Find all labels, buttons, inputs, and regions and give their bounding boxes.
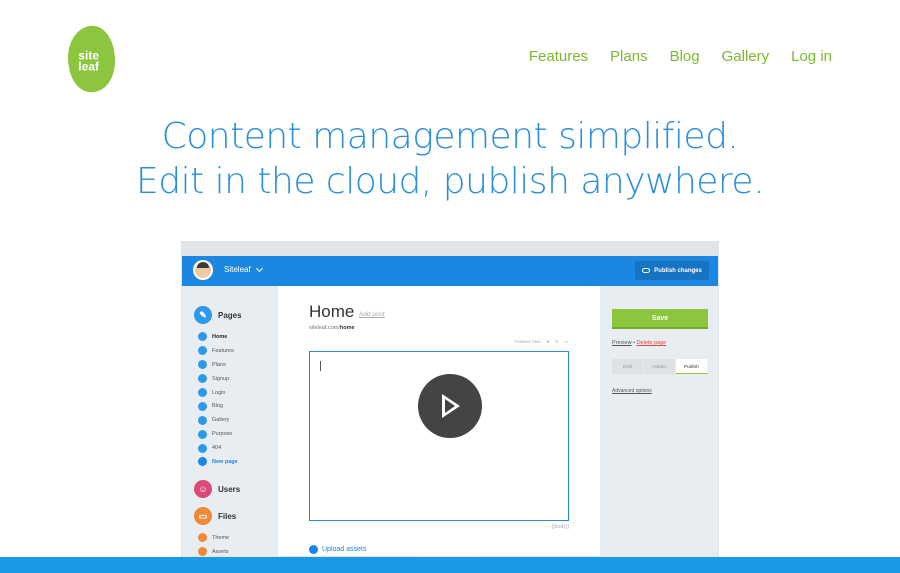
- url-prefix: siteleaf.com/: [309, 325, 340, 331]
- sidebar-item-signup[interactable]: Signup: [198, 372, 238, 386]
- sidebar-section-files[interactable]: ▭ Files: [194, 507, 236, 525]
- site-name[interactable]: Siteleaf: [224, 265, 251, 274]
- status-publish[interactable]: Publish: [676, 359, 708, 374]
- page-icon: [198, 374, 207, 384]
- pages-list: Home Features Plans Signup Login Blog Ga…: [198, 330, 238, 469]
- sidebar-item-gallery[interactable]: Gallery: [198, 413, 238, 427]
- page-icon: [198, 388, 207, 397]
- app-top-bar: Siteleaf Publish changes: [182, 256, 718, 286]
- folder-icon: ▭: [194, 507, 212, 525]
- new-page-button[interactable]: New page: [198, 455, 238, 469]
- sidebar-item-label: Gallery: [212, 417, 230, 424]
- page-icon: [198, 443, 207, 453]
- page-icon: [198, 360, 207, 370]
- files-title: Files: [218, 511, 237, 521]
- nav-features[interactable]: Features: [529, 48, 588, 65]
- sidebar-item-label: Features: [212, 347, 234, 354]
- delete-page-link[interactable]: Delete page: [637, 340, 667, 346]
- content-editor[interactable]: [309, 351, 569, 521]
- users-icon: ☺: [194, 480, 212, 498]
- sidebar-item-features[interactable]: Features: [198, 344, 238, 358]
- sidebar-item-label: Purpose: [212, 431, 233, 438]
- link-icon[interactable]: ⚲: [555, 339, 558, 344]
- sidebar-item-label: Signup: [212, 375, 230, 382]
- preview-link[interactable]: Preview: [612, 340, 632, 346]
- bold-icon[interactable]: B: [547, 339, 550, 344]
- page-icon: [198, 346, 207, 356]
- pencil-icon: ✎: [194, 306, 212, 324]
- watermark: sadaata.com: [421, 549, 479, 560]
- page-icon: [198, 401, 207, 411]
- app-preview[interactable]: Siteleaf Publish changes ✎ Pages Home Fe…: [181, 241, 719, 557]
- formatting-toolbar: FORMATTING B ⚲ ▭: [514, 339, 568, 344]
- avatar[interactable]: [193, 260, 213, 280]
- status-hidden[interactable]: Hidden: [644, 359, 676, 374]
- formatting-label[interactable]: FORMATTING: [514, 339, 540, 344]
- nav-gallery[interactable]: Gallery: [722, 48, 770, 65]
- sidebar: ✎ Pages Home Features Plans Signup Login…: [182, 286, 278, 556]
- sidebar-section-pages[interactable]: ✎ Pages: [194, 306, 242, 324]
- sidebar-item-404[interactable]: 404: [198, 441, 238, 455]
- top-nav: Features Plans Blog Gallery Log in: [529, 48, 832, 65]
- page-icon: [198, 415, 207, 425]
- cloud-upload-icon: [642, 268, 651, 273]
- siteleaf-logo[interactable]: site leaf: [63, 23, 120, 95]
- sidebar-item-label: Theme: [212, 534, 230, 541]
- sidebar-section-users[interactable]: ☺ Users: [194, 480, 240, 498]
- image-icon[interactable]: ▭: [564, 339, 568, 344]
- editor-main: Home Add post siteleaf.com/home FORMATTI…: [278, 286, 600, 556]
- publish-changes-button[interactable]: Publish changes: [635, 261, 709, 280]
- page-title: Home: [309, 302, 355, 321]
- page-icon: [198, 332, 207, 342]
- users-title: Users: [218, 484, 241, 494]
- play-icon[interactable]: [418, 374, 482, 438]
- plus-icon: [198, 457, 207, 467]
- body-tag: {{body}}: [551, 524, 569, 530]
- nav-plans[interactable]: Plans: [610, 48, 648, 65]
- save-button[interactable]: Save: [612, 309, 708, 329]
- sidebar-item-label: 404: [212, 445, 222, 452]
- logo-line-2: leaf: [78, 59, 99, 74]
- sidebar-item-login[interactable]: Login: [198, 386, 238, 400]
- text-cursor: [320, 361, 321, 371]
- nav-login[interactable]: Log in: [791, 48, 832, 65]
- page-actions: Preview • Delete page: [612, 340, 666, 346]
- hero-headline-line-2: Edit in the cloud, publish anywhere.: [135, 161, 765, 202]
- pages-title: Pages: [218, 310, 242, 320]
- window-chrome: [182, 242, 718, 256]
- chevron-down-icon[interactable]: [255, 264, 264, 273]
- status-toggle: Draft Hidden Publish: [612, 359, 708, 374]
- sidebar-item-label: Plans: [212, 361, 226, 368]
- add-post-link[interactable]: Add post: [359, 311, 385, 318]
- page-icon: [198, 429, 207, 439]
- advanced-options-link[interactable]: Advanced options: [612, 388, 652, 394]
- url-path: home: [339, 325, 355, 331]
- publish-panel: Save Preview • Delete page Draft Hidden …: [600, 286, 718, 556]
- nav-blog[interactable]: Blog: [670, 48, 700, 65]
- sidebar-item-theme[interactable]: Theme: [198, 531, 229, 545]
- sidebar-item-label: Home: [212, 333, 228, 340]
- hero-headline-line-1: Content management simplified.: [161, 116, 739, 157]
- theme-icon: [198, 533, 207, 543]
- publish-changes-label: Publish changes: [654, 267, 702, 274]
- page-url: siteleaf.com/home: [309, 325, 355, 331]
- sidebar-item-purpose[interactable]: Purpose: [198, 427, 238, 441]
- sidebar-item-plans[interactable]: Plans: [198, 358, 238, 372]
- new-page-label: New page: [212, 458, 238, 465]
- sidebar-item-label: Blog: [212, 403, 224, 410]
- sidebar-item-label: Login: [212, 389, 226, 396]
- status-draft[interactable]: Draft: [612, 359, 644, 374]
- sidebar-item-blog[interactable]: Blog: [198, 399, 238, 413]
- sidebar-item-home[interactable]: Home: [198, 330, 238, 344]
- logo-text: site leaf: [78, 48, 99, 74]
